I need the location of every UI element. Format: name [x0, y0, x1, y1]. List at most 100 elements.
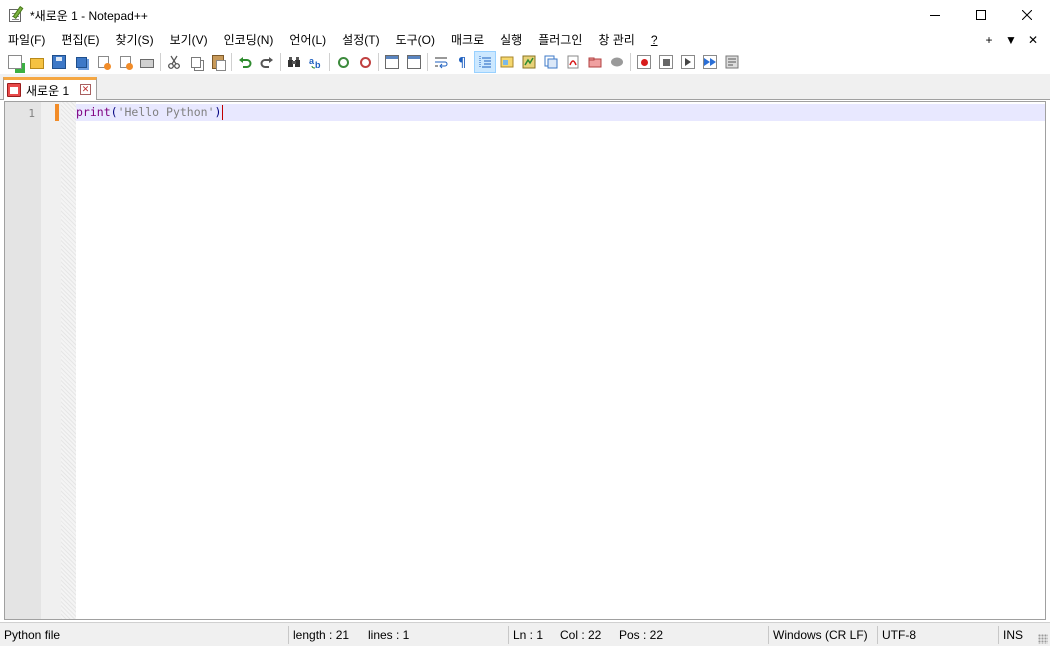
status-lines: lines : 1: [368, 628, 410, 642]
menu-view[interactable]: 보기(V): [162, 30, 216, 50]
tab-list-dropdown-button[interactable]: ▼: [1000, 30, 1022, 50]
document-map-button[interactable]: [518, 51, 540, 73]
notepad-app-icon[interactable]: [8, 6, 24, 23]
menu-run[interactable]: 실행: [492, 30, 530, 50]
record-macro-button[interactable]: [633, 51, 655, 73]
status-insert-mode[interactable]: INS: [1003, 623, 1023, 646]
tab-label: 새로운 1: [26, 83, 70, 98]
new-file-button[interactable]: [4, 51, 26, 73]
maximize-button[interactable]: [958, 0, 1004, 30]
menu-edit[interactable]: 편집(E): [53, 30, 107, 50]
save-icon: [52, 55, 66, 69]
menu-plugins[interactable]: 플러그인: [530, 30, 590, 50]
fast-forward-icon: [703, 55, 717, 69]
printer-icon: [140, 59, 154, 68]
show-all-chars-button[interactable]: ¶: [452, 51, 474, 73]
user-defined-language-button[interactable]: [496, 51, 518, 73]
new-tab-button[interactable]: +: [978, 30, 1000, 50]
copy-button[interactable]: [185, 51, 207, 73]
menu-file[interactable]: 파일(F): [0, 30, 53, 50]
menu-macro[interactable]: 매크로: [443, 30, 492, 50]
menu-window[interactable]: 창 관리: [590, 30, 642, 50]
menu-settings[interactable]: 설정(T): [334, 30, 387, 50]
menu-help[interactable]: ?: [643, 30, 666, 50]
zoom-out-button[interactable]: [354, 51, 376, 73]
sync-vertical-button[interactable]: [381, 51, 403, 73]
svg-text:b: b: [315, 60, 321, 69]
menu-right-controls: + ▼ ✕: [978, 30, 1044, 50]
new-file-icon: [8, 55, 22, 69]
window-controls: [912, 0, 1050, 30]
line-number-margin: 1: [5, 102, 41, 619]
replace-button[interactable]: ab: [305, 51, 327, 73]
redo-button[interactable]: [256, 51, 278, 73]
save-all-icon: [75, 56, 87, 68]
monitoring-button[interactable]: [584, 51, 606, 73]
save-macro-button[interactable]: [721, 51, 743, 73]
resize-grip[interactable]: [1038, 634, 1048, 644]
stop-recording-button[interactable]: [655, 51, 677, 73]
zoom-in-button[interactable]: [332, 51, 354, 73]
status-ln: Ln : 1: [513, 628, 544, 642]
tab-new-1[interactable]: 새로운 1 ✕: [3, 77, 97, 100]
code-line-1[interactable]: print('Hello Python'): [76, 104, 224, 121]
word-wrap-button[interactable]: [430, 51, 452, 73]
code-string: 'Hello Python': [117, 105, 215, 119]
open-file-button[interactable]: [26, 51, 48, 73]
speech-bubble-icon: [611, 57, 623, 67]
monitoring-folder-icon: [588, 57, 602, 68]
change-history-marker: [55, 104, 59, 121]
indent-guide-button[interactable]: [474, 51, 496, 73]
close-all-button[interactable]: [114, 51, 136, 73]
close-file-icon: [97, 56, 111, 70]
editor-area[interactable]: 1 print('Hello Python'): [4, 101, 1046, 620]
sync-horizontal-button[interactable]: [403, 51, 425, 73]
toolbar-separator: [427, 53, 428, 71]
zoom-out-icon: [359, 56, 371, 68]
menu-tools[interactable]: 도구(O): [388, 30, 443, 50]
close-file-button[interactable]: [92, 51, 114, 73]
paste-button[interactable]: [207, 51, 229, 73]
toolbar-separator: [280, 53, 281, 71]
close-window-button[interactable]: [1004, 0, 1050, 30]
status-bar: Python file length : 21 lines : 1 Ln : 1…: [0, 622, 1050, 646]
toolbar: ab ¶: [0, 50, 1050, 74]
status-eol[interactable]: Windows (CR LF): [773, 623, 868, 646]
undo-button[interactable]: [234, 51, 256, 73]
function-list-button[interactable]: [540, 51, 562, 73]
run-macro-multiple-button[interactable]: [699, 51, 721, 73]
menu-encoding[interactable]: 인코딩(N): [216, 30, 282, 50]
find-button[interactable]: [283, 51, 305, 73]
folder-as-workspace-button[interactable]: [562, 51, 584, 73]
save-button[interactable]: [48, 51, 70, 73]
save-all-button[interactable]: [70, 51, 92, 73]
print-button[interactable]: [136, 51, 158, 73]
status-divider: [288, 626, 289, 644]
status-divider: [998, 626, 999, 644]
cut-button[interactable]: [163, 51, 185, 73]
bookmark-margin[interactable]: [41, 102, 61, 619]
code-open-paren: (: [110, 105, 118, 119]
minimize-button[interactable]: [912, 0, 958, 30]
status-encoding[interactable]: UTF-8: [882, 623, 916, 646]
bubble-button[interactable]: [606, 51, 628, 73]
tab-close-button[interactable]: ✕: [80, 84, 91, 95]
udl-icon: [500, 56, 514, 68]
status-divider: [508, 626, 509, 644]
maximize-icon: [976, 10, 986, 20]
playback-button[interactable]: [677, 51, 699, 73]
status-divider: [877, 626, 878, 644]
pilcrow-icon: ¶: [458, 56, 466, 69]
menu-language[interactable]: 언어(L): [281, 30, 334, 50]
close-document-button[interactable]: ✕: [1022, 30, 1044, 50]
toolbar-separator: [160, 53, 161, 71]
fold-margin[interactable]: [61, 102, 76, 619]
code-close-paren: ): [214, 105, 222, 119]
toolbar-separator: [231, 53, 232, 71]
menu-search[interactable]: 찾기(S): [107, 30, 161, 50]
replace-icon: ab: [309, 56, 321, 69]
minimize-icon: [930, 15, 940, 16]
status-pos: Pos : 22: [619, 628, 664, 642]
scissors-icon: [168, 55, 180, 69]
binoculars-icon: [288, 57, 300, 67]
